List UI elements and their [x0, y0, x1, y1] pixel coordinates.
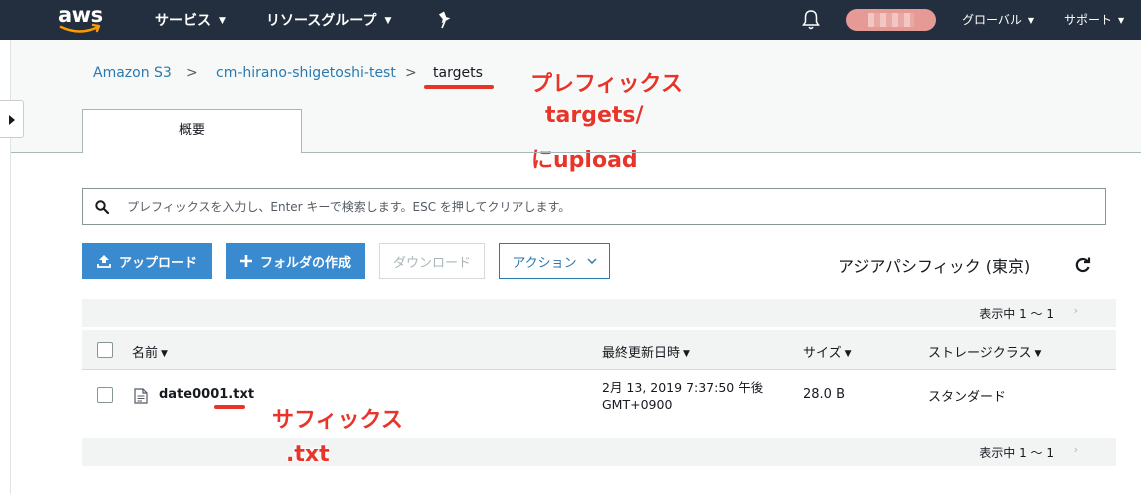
- resource-groups-menu[interactable]: リソースグループ ▼: [266, 10, 391, 30]
- sort-caret-icon: ▼: [161, 349, 168, 359]
- services-menu[interactable]: サービス ▼: [155, 10, 226, 30]
- actions-dropdown-label: アクション: [512, 255, 577, 271]
- global-region-label: グローバル: [962, 13, 1022, 27]
- download-button-label: ダウンロード: [392, 255, 471, 271]
- column-header-last-modified[interactable]: 最終更新日時 ▼: [602, 342, 690, 361]
- breadcrumb-amazon-s3[interactable]: Amazon S3: [93, 65, 172, 81]
- file-size: 28.0 B: [803, 387, 845, 402]
- column-header-last-modified-label: 最終更新日時: [602, 346, 681, 361]
- account-menu[interactable]: [846, 9, 936, 31]
- column-header-storage-class[interactable]: ストレージクラス ▼: [928, 342, 1041, 361]
- breadcrumb-current-folder: targets: [433, 65, 483, 81]
- pagination-text: 表示中 1 〜 1: [979, 446, 1054, 460]
- breadcrumb-separator: >: [405, 65, 417, 81]
- plus-icon: [239, 255, 252, 267]
- aws-smile-icon: [59, 23, 101, 33]
- column-header-name[interactable]: 名前 ▼: [132, 342, 168, 361]
- search-icon: [95, 200, 109, 214]
- last-modified-date: 2月 13, 2019 7:37:50 午後: [602, 380, 764, 395]
- resource-groups-label: リソースグループ: [266, 13, 377, 29]
- sort-caret-icon: ▼: [844, 349, 852, 359]
- next-page-icon[interactable]: ›: [1074, 304, 1078, 317]
- support-menu-label: サポート: [1064, 13, 1113, 27]
- file-name-link[interactable]: date0001.txt: [159, 387, 254, 402]
- pagination-bar-bottom: ‹ 表示中 1 〜 1 ›: [82, 438, 1116, 466]
- annotation-underline-txt: [214, 405, 245, 409]
- top-navigation-bar: aws サービス ▼ リソースグループ ▼ グローバル ▼ サポート ▼: [0, 0, 1141, 40]
- column-header-size-label: サイズ: [803, 346, 842, 361]
- file-name-extension: .txt: [228, 387, 255, 402]
- annotation-suffix-txt: .txt: [286, 442, 330, 467]
- table-header: 名前 ▼ 最終更新日時 ▼ サイズ ▼ ストレージクラス ▼: [82, 330, 1116, 370]
- support-menu[interactable]: サポート ▼: [1064, 11, 1124, 28]
- upload-icon: [97, 255, 111, 268]
- services-menu-label: サービス: [155, 13, 211, 29]
- upload-button-label: アップロード: [118, 255, 197, 271]
- breadcrumb-separator: >: [186, 65, 198, 81]
- aws-logo[interactable]: aws: [58, 3, 104, 37]
- bucket-region-label: アジアパシフィック (東京): [838, 257, 1031, 276]
- prefix-search-input[interactable]: [127, 189, 1087, 224]
- tab-overview[interactable]: 概要: [82, 109, 302, 153]
- upload-button[interactable]: アップロード: [82, 243, 212, 279]
- pagination-text: 表示中 1 〜 1: [979, 307, 1054, 321]
- annotation-prefix-upload: にupload: [531, 148, 638, 173]
- chevron-down-icon: ▼: [219, 16, 226, 26]
- file-icon: [134, 388, 148, 404]
- redacted-account-name: [868, 13, 914, 27]
- select-all-checkbox[interactable]: [97, 342, 113, 358]
- annotation-prefix-title: プレフィックス: [530, 72, 683, 97]
- active-tab-indicator: [83, 152, 301, 153]
- pagination-bar-top: ‹ 表示中 1 〜 1 ›: [82, 299, 1116, 327]
- last-modified-timezone: GMT+0900: [602, 397, 673, 412]
- create-folder-button-label: フォルダの作成: [259, 255, 351, 271]
- storage-class: スタンダード: [928, 390, 1007, 405]
- chevron-down-icon: ▼: [384, 16, 392, 26]
- chevron-down-icon: [587, 258, 597, 264]
- annotation-prefix-targets: targets/: [545, 103, 644, 128]
- annotation-underline-targets: [424, 85, 494, 89]
- create-folder-button[interactable]: フォルダの作成: [226, 243, 365, 279]
- pin-icon[interactable]: [436, 10, 454, 30]
- sidebar-toggle[interactable]: [0, 100, 24, 138]
- row-select-checkbox[interactable]: [97, 387, 113, 403]
- column-header-name-label: 名前: [132, 346, 159, 361]
- download-button[interactable]: ダウンロード: [379, 243, 485, 279]
- chevron-down-icon: ▼: [1027, 16, 1035, 25]
- sort-caret-icon: ▼: [1034, 349, 1042, 359]
- prefix-search-box: [82, 188, 1106, 225]
- file-name-base: date0001: [159, 387, 229, 402]
- tab-overview-label: 概要: [178, 123, 205, 138]
- breadcrumb-bucket[interactable]: cm-hirano-shigetoshi-test: [216, 65, 396, 81]
- chevron-down-icon: ▼: [1118, 16, 1125, 25]
- actions-dropdown[interactable]: アクション: [499, 243, 610, 279]
- refresh-icon[interactable]: [1074, 256, 1092, 274]
- global-region-menu[interactable]: グローバル ▼: [962, 11, 1034, 28]
- bell-icon[interactable]: [801, 9, 821, 31]
- sort-caret-icon: ▼: [683, 349, 690, 359]
- next-page-icon[interactable]: ›: [1074, 443, 1078, 456]
- annotation-suffix-title: サフィックス: [272, 408, 403, 433]
- column-header-storage-class-label: ストレージクラス: [928, 346, 1032, 361]
- column-header-size[interactable]: サイズ ▼: [803, 342, 852, 361]
- caret-right-icon: [9, 115, 15, 125]
- table-row[interactable]: date0001.txt 2月 13, 2019 7:37:50 午後 GMT+…: [82, 371, 1116, 437]
